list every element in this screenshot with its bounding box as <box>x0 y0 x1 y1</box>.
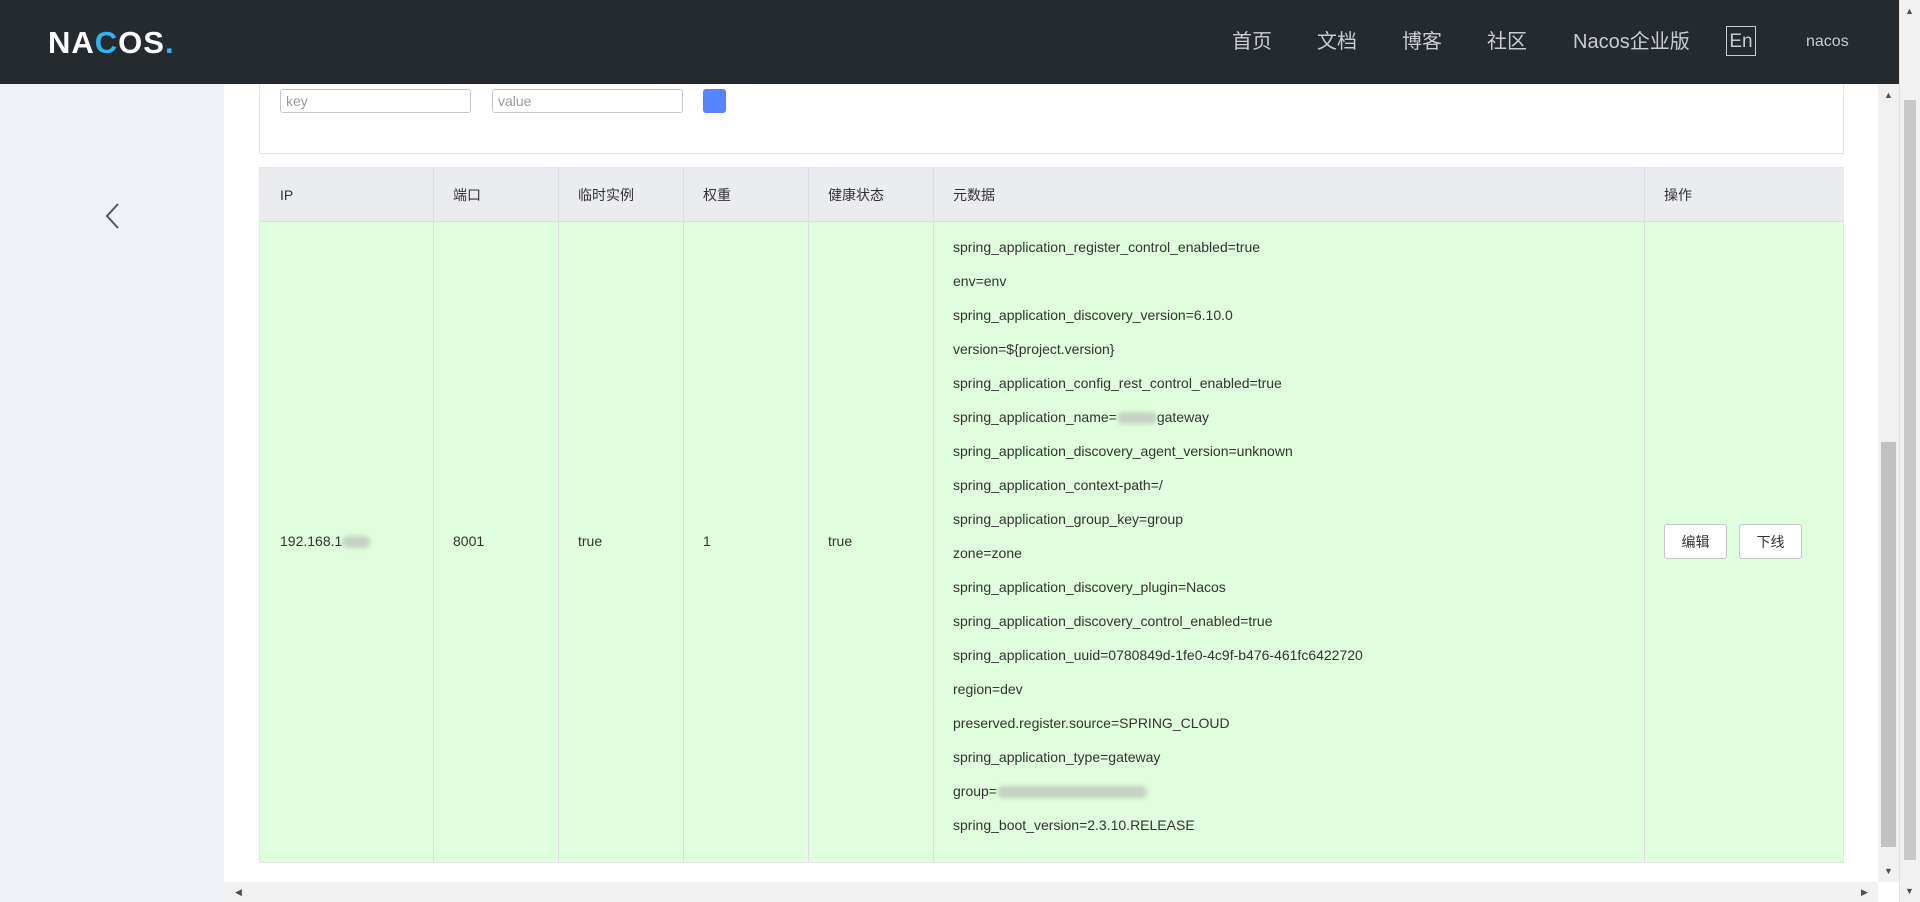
nav-community[interactable]: 社区 <box>1487 0 1527 84</box>
ip-value: 192.168.1 <box>280 533 343 549</box>
column-header-weight: 权重 <box>703 187 731 203</box>
table-header: IP 端口 临时实例 权重 健康状态 元数据 操作 <box>260 168 1843 222</box>
nav-docs[interactable]: 文档 <box>1317 0 1357 84</box>
page-scrollbar-thumb[interactable] <box>1904 100 1916 860</box>
metadata-line: env=env <box>953 273 1007 289</box>
metadata-line: spring_application_config_rest_control_e… <box>953 375 1282 391</box>
cell-metadata: spring_application_register_control_enab… <box>953 238 1363 850</box>
metadata-line: spring_application_name= gateway <box>953 408 1363 442</box>
content-vertical-scrollbar[interactable]: ▲ ▼ <box>1878 84 1899 882</box>
metadata-line: spring_application_type=gateway <box>953 749 1161 765</box>
cell-weight: 1 <box>703 533 711 549</box>
nav-blog[interactable]: 博客 <box>1402 0 1442 84</box>
metadata-value-input[interactable] <box>492 89 683 113</box>
metadata-key: spring_application_name= <box>953 409 1117 425</box>
page-vertical-scrollbar[interactable]: ▲ ▼ <box>1899 0 1920 902</box>
nav-home[interactable]: 首页 <box>1232 0 1272 84</box>
metadata-line: spring_application_discovery_control_ena… <box>953 613 1273 629</box>
nav-enterprise[interactable]: Nacos企业版 <box>1573 0 1690 84</box>
metadata-line: spring_application_group_key=group <box>953 511 1184 527</box>
page-scroll-up-arrow-icon[interactable]: ▲ <box>1900 2 1919 20</box>
scroll-right-arrow-icon[interactable]: ▶ <box>1854 883 1875 901</box>
metadata-line: spring_application_context-path=/ <box>953 477 1163 493</box>
edit-button[interactable]: 编辑 <box>1664 524 1727 559</box>
column-header-port: 端口 <box>453 187 481 203</box>
back-arrow-icon[interactable] <box>98 198 128 234</box>
column-header-actions: 操作 <box>1664 187 1692 203</box>
scroll-left-arrow-icon[interactable]: ◀ <box>228 883 249 901</box>
language-toggle-button[interactable]: En <box>1726 26 1756 56</box>
metadata-line: preserved.register.source=SPRING_CLOUD <box>953 715 1230 731</box>
column-divider <box>433 168 434 862</box>
cell-port: 8001 <box>453 533 485 549</box>
metadata-key-input[interactable] <box>280 89 471 113</box>
column-header-ip: IP <box>280 187 294 203</box>
metadata-line: region=dev <box>953 681 1023 697</box>
metadata-line: spring_application_discovery_version=6.1… <box>953 307 1233 323</box>
column-divider <box>808 168 809 862</box>
add-filter-button[interactable] <box>703 89 726 113</box>
metadata-value-suffix: gateway <box>1156 409 1209 425</box>
metadata-line: spring_application_discovery_agent_versi… <box>953 443 1293 459</box>
nacos-logo[interactable]: NACOS. <box>48 23 175 63</box>
cell-ephemeral: true <box>578 533 603 549</box>
scrollbar-thumb[interactable] <box>1881 442 1896 847</box>
metadata-line: zone=zone <box>953 545 1022 561</box>
metadata-line: group= <box>953 782 1363 816</box>
column-divider <box>558 168 559 862</box>
column-header-health: 健康状态 <box>828 187 884 203</box>
column-divider <box>683 168 684 862</box>
redacted-mask <box>996 786 1147 799</box>
metadata-line: version=${project.version} <box>953 341 1115 357</box>
sidebar <box>0 84 224 902</box>
redacted-mask <box>342 536 371 549</box>
content-horizontal-scrollbar[interactable]: ◀ ▶ <box>224 882 1878 902</box>
column-divider <box>1644 168 1645 862</box>
cell-ip: 192.168.1 <box>280 532 371 550</box>
redacted-mask <box>1116 412 1157 425</box>
scroll-up-arrow-icon[interactable]: ▲ <box>1878 86 1899 104</box>
scroll-down-arrow-icon[interactable]: ▼ <box>1878 862 1899 880</box>
column-header-metadata: 元数据 <box>953 187 995 203</box>
metadata-line: spring_application_uuid=0780849d-1fe0-4c… <box>953 647 1363 663</box>
page-scroll-down-arrow-icon[interactable]: ▼ <box>1900 882 1919 900</box>
instance-table: IP 端口 临时实例 权重 健康状态 元数据 操作 192.168.1 8001… <box>259 167 1844 863</box>
metadata-line: spring_boot_version=2.3.10.RELEASE <box>953 817 1195 833</box>
column-divider <box>933 168 934 862</box>
top-navbar: NACOS. 首页 文档 博客 社区 Nacos企业版 En nacos <box>0 0 1899 84</box>
metadata-line: spring_application_register_control_enab… <box>953 239 1261 255</box>
metadata-key: group= <box>953 783 997 799</box>
cell-health: true <box>828 533 853 549</box>
offline-button[interactable]: 下线 <box>1739 524 1802 559</box>
column-header-ephemeral: 临时实例 <box>578 187 634 203</box>
user-menu[interactable]: nacos <box>1806 0 1849 84</box>
metadata-line: spring_application_discovery_plugin=Naco… <box>953 579 1226 595</box>
